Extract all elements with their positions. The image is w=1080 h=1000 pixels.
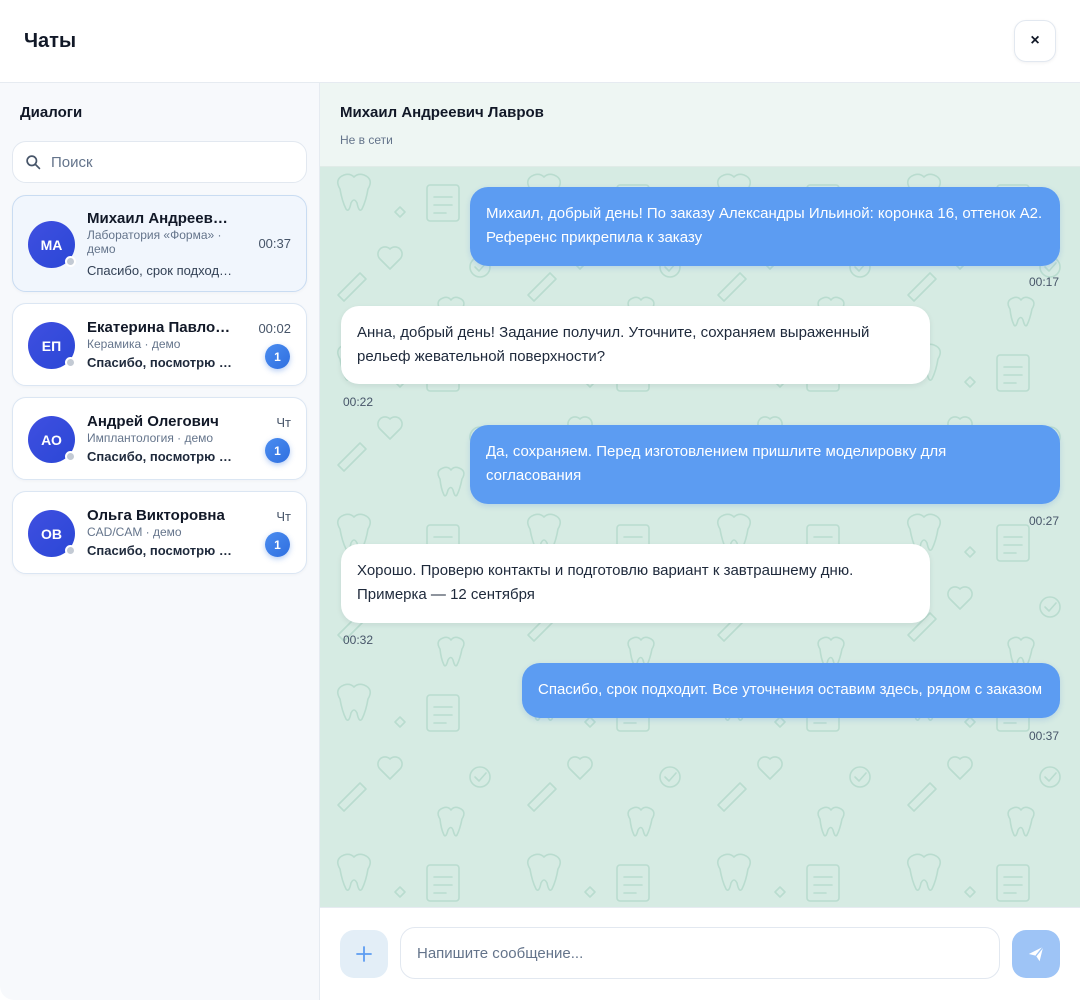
chat-contact-status: Не в сети — [340, 133, 393, 147]
dialog-name: Андрей Олегович — [87, 413, 219, 430]
search-input[interactable] — [51, 153, 291, 171]
avatar-initials: ОВ — [41, 525, 62, 542]
dialog-time: Чт — [276, 415, 291, 430]
dialog-name: Михаил Андреевич Лавров — [87, 210, 237, 227]
dialog-item[interactable]: ОВ Ольга Викторовна CAD/CAM · демо Спаси… — [12, 491, 307, 574]
message-bubble-outgoing: Да, сохраняем. Перед изготовлением пришл… — [470, 425, 1060, 504]
avatar: ЕП — [28, 322, 76, 369]
message-time: 00:27 — [1029, 514, 1060, 528]
dialog-time: 00:37 — [258, 236, 291, 251]
avatar: МА — [28, 221, 76, 268]
message-bubble-outgoing: Михаил, добрый день! По заказу Александр… — [470, 187, 1060, 266]
chat-header: Михаил Андреевич Лавров Не в сети — [320, 83, 1080, 167]
plus-icon — [356, 946, 372, 962]
dialog-subtitle: CAD/CAM · демо — [87, 525, 182, 539]
dialog-list: МА Михаил Андреевич Лавров Лаборатория «… — [12, 195, 307, 585]
message-time: 00:32 — [343, 633, 374, 647]
dialog-time: 00:02 — [258, 321, 291, 336]
dialogs-sidebar: Диалоги МА Михаил Андреевич Лавров Лабор… — [0, 83, 320, 1000]
top-bar: Чаты × — [0, 0, 1080, 83]
unread-badge: 1 — [265, 532, 290, 557]
message-time: 00:17 — [1029, 275, 1060, 289]
send-button[interactable] — [1012, 930, 1060, 978]
message-time: 00:37 — [1029, 729, 1060, 743]
send-icon — [1028, 946, 1044, 962]
doodle-pattern-icon — [320, 167, 1080, 907]
close-icon: × — [1030, 32, 1040, 49]
dialog-subtitle: Лаборатория «Форма» · демо — [87, 228, 222, 256]
unread-badge: 1 — [265, 438, 290, 463]
message-bubble-incoming: Анна, добрый день! Задание получил. Уточ… — [341, 306, 930, 384]
app-title: Чаты — [24, 30, 77, 52]
dialog-preview: Спасибо, посмотрю сегодня — [87, 355, 237, 370]
message-area[interactable]: Михаил, добрый день! По заказу Александр… — [320, 167, 1080, 907]
dialog-name: Екатерина Павловна — [87, 319, 237, 336]
dialog-preview: Спасибо, посмотрю сегодня — [87, 543, 237, 558]
dialog-subtitle: Имплантология · демо — [87, 431, 214, 445]
status-dot — [65, 357, 76, 368]
message-input[interactable] — [400, 927, 1000, 979]
avatar: ОВ — [28, 510, 76, 557]
status-dot — [65, 545, 76, 556]
dialog-item[interactable]: МА Михаил Андреевич Лавров Лаборатория «… — [12, 195, 307, 292]
avatar-initials: АО — [41, 431, 62, 448]
status-dot — [65, 451, 76, 462]
message-bubble-outgoing: Спасибо, срок подходит. Все уточнения ос… — [522, 663, 1060, 718]
dialog-preview: Спасибо, срок подходит. Все уточнения ос… — [87, 263, 237, 278]
chat-contact-name: Михаил Андреевич Лавров — [340, 104, 544, 121]
dialog-preview: Спасибо, посмотрю сегодня — [87, 449, 237, 464]
dialog-item[interactable]: АО Андрей Олегович Имплантология · демо … — [12, 397, 307, 480]
dialog-time: Чт — [276, 509, 291, 524]
message-time: 00:22 — [343, 395, 374, 409]
dialog-name: Ольга Викторовна — [87, 507, 225, 524]
search-box[interactable] — [12, 141, 307, 183]
dialog-item[interactable]: ЕП Екатерина Павловна Керамика · демо Сп… — [12, 303, 307, 386]
avatar-initials: ЕП — [41, 337, 62, 354]
avatar-initials: МА — [40, 236, 63, 253]
message-bubble-incoming: Хорошо. Проверю контакты и подготовлю ва… — [341, 544, 930, 623]
close-button[interactable]: × — [1014, 20, 1056, 62]
unread-badge: 1 — [265, 344, 290, 369]
chats-window: Чаты × Диалоги МА Михаил Андреевич Лавро… — [0, 0, 1080, 1000]
search-icon — [26, 154, 41, 169]
dialog-subtitle: Керамика · демо — [87, 337, 181, 351]
status-dot — [65, 256, 76, 267]
message-composer — [320, 907, 1080, 1000]
avatar: АО — [28, 416, 76, 463]
attach-button[interactable] — [340, 930, 388, 978]
sidebar-title: Диалоги — [20, 104, 83, 121]
